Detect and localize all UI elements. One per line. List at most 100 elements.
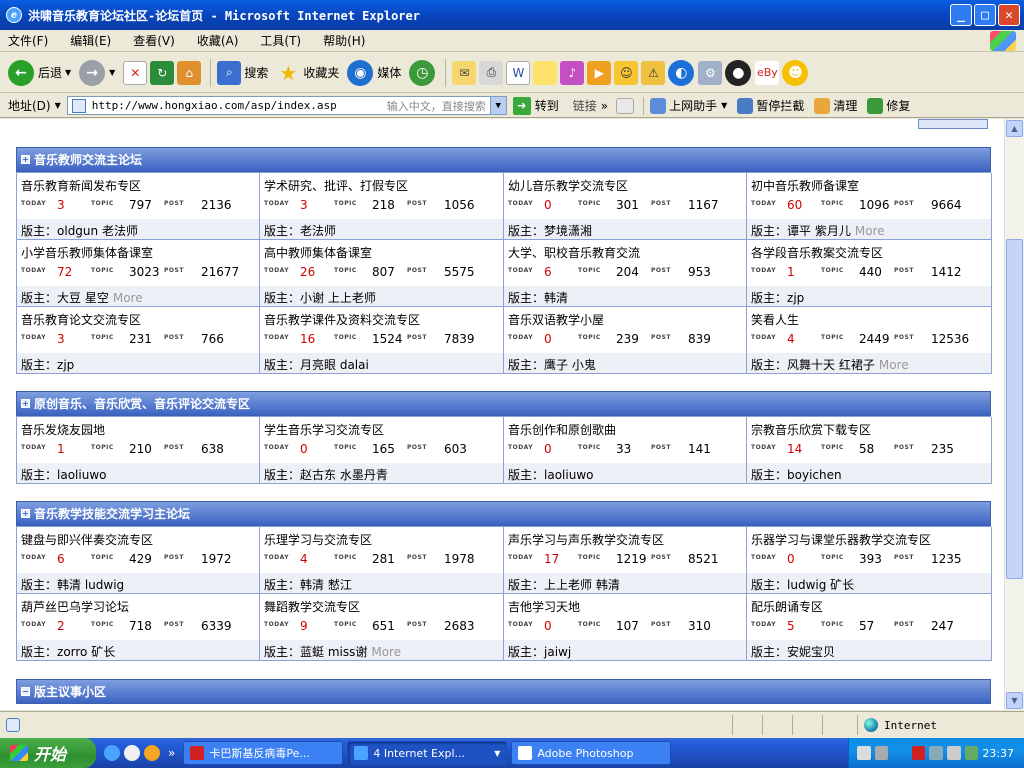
- moderator-names[interactable]: 韩清 ludwig: [57, 578, 124, 592]
- edit-icon[interactable]: W: [506, 60, 531, 85]
- section-title[interactable]: 版主议事小区: [34, 683, 106, 700]
- section-title[interactable]: 音乐教师交流主论坛: [34, 151, 142, 168]
- print-icon[interactable]: ⎙: [479, 60, 504, 85]
- more-moderators-link[interactable]: More: [855, 224, 885, 238]
- forum-name-link[interactable]: 笑看人生: [751, 311, 799, 328]
- forum-name-link[interactable]: 高中教师集体备课室: [264, 244, 372, 261]
- menu-help[interactable]: 帮助(H): [323, 32, 365, 49]
- address-dropdown[interactable]: ▼: [489, 97, 506, 114]
- scroll-down-icon[interactable]: ▼: [1006, 692, 1023, 709]
- forum-name-link[interactable]: 乐器学习与课堂乐器教学交流专区: [751, 531, 931, 548]
- forum-name-link[interactable]: 各学段音乐教案交流专区: [751, 244, 883, 261]
- network-icon[interactable]: [929, 746, 944, 760]
- moderator-names[interactable]: laoliuwo: [57, 468, 106, 482]
- forum-name-link[interactable]: 宗教音乐欣赏下载专区: [751, 421, 871, 438]
- toggle-icon[interactable]: +: [21, 155, 30, 164]
- forum-name-link[interactable]: 乐理学习与交流专区: [264, 531, 372, 548]
- task-internet-explorer[interactable]: 4 Internet Expl... ▼: [347, 741, 508, 765]
- forum-name-link[interactable]: 葫芦丝巴乌学习论坛: [21, 598, 129, 615]
- toggle-icon[interactable]: +: [21, 509, 30, 518]
- security-tray-icon[interactable]: [964, 746, 979, 760]
- browser-icon[interactable]: ◐: [668, 59, 695, 86]
- stop-icon[interactable]: ✕: [123, 60, 148, 85]
- scroll-thumb[interactable]: [1006, 239, 1023, 579]
- moderator-names[interactable]: 韩清 慭江: [300, 578, 352, 592]
- helper-button[interactable]: 上网助手: [669, 97, 717, 114]
- refresh-icon[interactable]: ↻: [150, 60, 175, 85]
- go-icon[interactable]: ➜: [512, 96, 531, 115]
- forum-name-link[interactable]: 键盘与即兴伴奏交流专区: [21, 531, 153, 548]
- menu-tools[interactable]: 工具(T): [260, 32, 301, 49]
- more-moderators-link[interactable]: More: [371, 645, 401, 659]
- forum-name-link[interactable]: 音乐创作和原创歌曲: [508, 421, 616, 438]
- moderator-names[interactable]: 风舞十天 红裙子: [787, 358, 875, 372]
- moderator-names[interactable]: zjp: [787, 291, 804, 305]
- moderator-names[interactable]: 蓝蜓 miss谢: [300, 645, 367, 659]
- repair-button[interactable]: 修复: [886, 97, 910, 114]
- scroll-up-icon[interactable]: ▲: [1006, 120, 1023, 137]
- toggle-icon[interactable]: −: [21, 687, 30, 696]
- back-button[interactable]: ← 后退 ▼: [8, 59, 71, 86]
- title-bar[interactable]: e 洪啸音乐教育论坛社区-论坛首页 - Microsoft Internet E…: [0, 0, 1024, 30]
- task-photoshop[interactable]: Adobe Photoshop: [511, 741, 672, 765]
- forum-name-link[interactable]: 音乐教育论文交流专区: [21, 311, 141, 328]
- forum-name-link[interactable]: 舞蹈教学交流专区: [264, 598, 360, 615]
- minimize-button[interactable]: _: [950, 4, 972, 26]
- keyboard-icon[interactable]: [857, 746, 871, 760]
- mail-icon[interactable]: ✉: [452, 60, 477, 85]
- forward-button[interactable]: → ▼: [79, 59, 115, 86]
- menu-edit[interactable]: 编辑(E): [70, 32, 111, 49]
- moderator-names[interactable]: 谭平 紫月儿: [787, 224, 851, 238]
- section-title[interactable]: 原创音乐、音乐欣赏、音乐评论交流专区: [34, 395, 250, 412]
- more-moderators-link[interactable]: More: [879, 358, 909, 372]
- address-input[interactable]: http://www.hongxiao.com/asp/index.asp 输入…: [66, 96, 507, 115]
- forum-name-link[interactable]: 音乐发烧友园地: [21, 421, 105, 438]
- moderator-names[interactable]: 鹰子 小鬼: [544, 358, 596, 372]
- vertical-scrollbar[interactable]: ▲ ▼: [1004, 119, 1024, 710]
- moderator-names[interactable]: 上上老师 韩清: [544, 578, 620, 592]
- top-search-box[interactable]: [918, 119, 988, 129]
- forum-name-link[interactable]: 音乐双语教学小屋: [508, 311, 604, 328]
- ie-quicklaunch-icon[interactable]: [104, 745, 120, 761]
- forum-name-link[interactable]: 初中音乐教师备课室: [751, 177, 859, 194]
- moderator-names[interactable]: jaiwj: [544, 645, 571, 659]
- ime-icon[interactable]: [874, 746, 889, 760]
- tools-icon[interactable]: ⚙: [698, 60, 723, 85]
- moderator-names[interactable]: 赵古东 水墨丹青: [300, 468, 388, 482]
- moderator-names[interactable]: 梦境潇湘: [544, 224, 592, 238]
- moderator-names[interactable]: 安妮宝贝: [787, 645, 835, 659]
- toggle-icon[interactable]: +: [21, 399, 30, 408]
- qq-icon[interactable]: ●: [725, 59, 752, 86]
- search-button[interactable]: ⌕ 搜索: [217, 60, 268, 85]
- popup-block-button[interactable]: 暂停拦截: [756, 97, 804, 114]
- menu-file[interactable]: 文件(F): [8, 32, 48, 49]
- messenger-icon[interactable]: ♪: [560, 60, 585, 85]
- media-button[interactable]: ◉ 媒体: [347, 59, 401, 86]
- moderator-names[interactable]: zorro 矿长: [57, 645, 115, 659]
- history-icon[interactable]: ◷: [409, 59, 436, 86]
- section-title[interactable]: 音乐教学技能交流学习主论坛: [34, 505, 190, 522]
- moderator-names[interactable]: 月亮眼 dalai: [300, 358, 369, 372]
- media-quicklaunch-icon[interactable]: [144, 745, 160, 761]
- section-header[interactable]: + 原创音乐、音乐欣赏、音乐评论交流专区: [16, 391, 991, 416]
- favorites-button[interactable]: ★ 收藏夹: [276, 61, 339, 85]
- close-button[interactable]: ✕: [998, 4, 1020, 26]
- forum-name-link[interactable]: 音乐教学课件及资料交流专区: [264, 311, 420, 328]
- forum-name-link[interactable]: 幼儿音乐教学交流专区: [508, 177, 628, 194]
- forum-name-link[interactable]: 吉他学习天地: [508, 598, 580, 615]
- section-header[interactable]: + 音乐教学技能交流学习主论坛: [16, 501, 991, 526]
- more-moderators-link[interactable]: More: [113, 291, 143, 305]
- forum-name-link[interactable]: 学术研究、批评、打假专区: [264, 177, 408, 194]
- start-button[interactable]: 开始: [0, 738, 96, 768]
- bell-icon[interactable]: ⚠: [641, 60, 666, 85]
- forum-name-link[interactable]: 音乐教育新闻发布专区: [21, 177, 141, 194]
- ebay-icon[interactable]: eBy: [755, 60, 780, 85]
- player-icon[interactable]: ▶: [587, 60, 612, 85]
- task-kaspersky[interactable]: 卡巴斯基反病毒Pe...: [183, 741, 344, 765]
- moderator-names[interactable]: ludwig 矿长: [787, 578, 854, 592]
- kaspersky-tray-icon[interactable]: [911, 746, 926, 760]
- section-header[interactable]: + 音乐教师交流主论坛: [16, 147, 991, 172]
- forum-name-link[interactable]: 学生音乐学习交流专区: [264, 421, 384, 438]
- moderator-names[interactable]: oldgun 老法师: [57, 224, 138, 238]
- translate-icon[interactable]: [616, 97, 635, 114]
